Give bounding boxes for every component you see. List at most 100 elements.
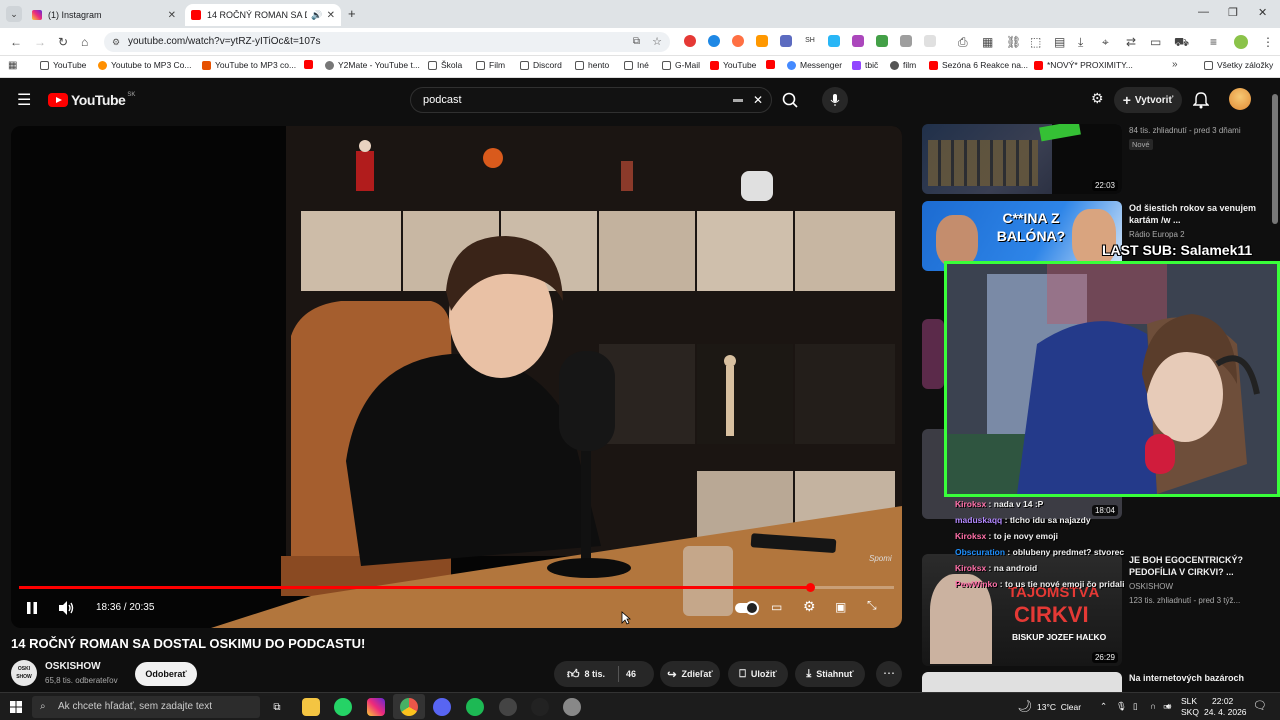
new-tab-button[interactable]: + [348,6,356,21]
app-icon[interactable] [563,698,581,716]
close-icon[interactable]: ✕ [168,10,176,21]
tab-youtube[interactable]: 14 ROČNÝ ROMAN SA DOS 🔊 ✕ [185,4,341,26]
apps-grid-icon[interactable]: ▦ [8,60,17,71]
extension-icon[interactable] [828,35,840,47]
puzzle-icon[interactable] [924,35,936,47]
notifications-icon[interactable]: 🗨︎ [1253,699,1267,712]
forward-icon[interactable]: → [34,35,46,49]
instagram-icon[interactable] [367,698,385,716]
card-icon[interactable]: ▭ [1150,35,1161,49]
clear-search-icon[interactable]: ✕ [753,88,763,112]
video-player[interactable]: Spomi 18:36 / 20:35 ▭ ⚙ ▣ ⤡ [11,126,902,628]
video-thumbnail[interactable]: 22:03 [922,124,1122,194]
location-icon[interactable]: ⌖ [1102,35,1109,50]
address-bar[interactable]: ⚙ youtube.com/watch?v=ytRZ-yITiOc&t=107s… [104,32,670,52]
spotify-icon[interactable] [466,698,484,716]
window-close-button[interactable]: ✕ [1258,6,1267,19]
extension-icon[interactable]: SH [804,35,816,47]
microphone-icon[interactable]: 🎙︎ [1116,701,1127,712]
whatsapp-icon[interactable] [334,698,352,716]
extension-icon[interactable] [876,35,888,47]
bookmark-item[interactable]: Youtube to MP3 Co... [98,60,192,70]
account-avatar[interactable] [1229,88,1251,110]
bookmark-item[interactable]: Y2Mate - YouTube t... [325,60,420,70]
usb-icon[interactable]: ▯ [1133,701,1138,712]
extension-icon[interactable] [780,35,792,47]
subscribe-button[interactable]: Odoberať [135,662,197,686]
print-icon[interactable]: ⎙ [958,35,968,50]
search-button[interactable] [770,87,810,113]
speaker-icon[interactable]: 🔊︎ [1166,701,1171,712]
channel-name[interactable]: Rádio Europa 2 [1129,230,1185,239]
reload-icon[interactable]: ↻ [58,35,68,49]
extension-icon[interactable] [708,35,720,47]
fullscreen-icon[interactable]: ⤡ [867,598,877,613]
video-thumbnail[interactable] [922,672,1122,692]
car-icon[interactable]: ⛟ [1174,35,1189,51]
bookmark-item[interactable]: G-Mail [662,60,700,70]
close-icon[interactable]: ✕ [327,10,335,21]
extension-icon[interactable] [756,35,768,47]
language-1[interactable]: SLK [1181,696,1197,706]
search-input[interactable]: podcast ▬ ✕ [410,87,772,113]
video-thumbnail[interactable] [922,319,944,389]
bookmark-item[interactable]: Iné [624,60,649,70]
channel-avatar[interactable]: OSKI SHOW [11,660,37,686]
download-icon[interactable]: ⤓ [1078,35,1083,50]
video-title[interactable]: Od šiestich rokov sa venujem kartám /w .… [1129,202,1261,226]
bookmark-item[interactable]: YouTube to MP3 co... [202,60,296,70]
file-explorer-icon[interactable] [302,698,320,716]
menu-lines-icon[interactable]: ≡ [1210,35,1217,49]
apps-icon[interactable]: ▦ [982,35,993,49]
notifications-bell-icon[interactable] [1193,91,1209,109]
share-button[interactable]: ↪ Zdieľať [660,661,720,687]
clock-time[interactable]: 22:02 [1212,696,1233,706]
site-info-icon[interactable]: ⚙ [112,32,120,52]
extension-icon[interactable] [900,35,912,47]
back-icon[interactable]: ← [10,35,22,49]
weather-text[interactable]: 13°C Clear [1037,702,1081,712]
home-icon[interactable]: ⌂ [81,35,88,49]
weather-moon-icon[interactable]: 🌙︎ [1017,699,1032,713]
like-button[interactable]: 👍︎ 8 tis. [554,661,618,687]
progress-bar[interactable] [19,583,894,592]
progress-scrubber[interactable] [805,583,815,592]
pause-icon[interactable] [25,601,39,615]
restore-button[interactable]: ❐ [1228,6,1238,19]
task-view-icon[interactable]: ⧉ [268,698,286,716]
extension-icon[interactable] [732,35,744,47]
settings-gear-icon[interactable]: ⚙ [803,598,816,615]
bookmark-item[interactable]: YouTube [710,60,756,70]
profile-avatar[interactable] [1234,35,1248,49]
youtube-logo[interactable]: YouTube SK [48,92,135,108]
miniplayer-icon[interactable]: ▣ [835,600,846,614]
download-button[interactable]: ⤓ Stiahnuť [795,661,865,687]
bookmark-item[interactable]: Film [476,60,505,70]
comments-count[interactable]: 46 [626,661,636,687]
minimize-button[interactable]: — [1198,6,1209,18]
extension-icon[interactable] [852,35,864,47]
bookmark-item[interactable] [766,60,779,69]
bookmark-item[interactable] [304,60,317,69]
save-button[interactable]: ⎕ Uložiť [728,661,788,687]
bookmark-item[interactable]: film [890,60,916,70]
speaker-icon[interactable]: 🔊 [311,10,322,21]
autoplay-toggle[interactable] [735,601,759,615]
bookmark-item[interactable]: Sezóna 6 Reakce na... [929,60,1028,70]
keyboard-icon[interactable]: ▬ [733,88,743,112]
taskbar-search[interactable]: ⌕ Ak chcete hľadať, sem zadajte text [32,696,260,718]
clock-date[interactable]: 24. 4. 2026 [1204,707,1247,717]
channel-name[interactable]: OSKISHOW [45,661,101,672]
translate-icon[interactable]: ⇄ [1126,35,1136,49]
video-title[interactable]: Na internetových bazároch [1129,672,1261,684]
bookmark-item[interactable]: Messenger [787,60,842,70]
hamburger-menu-icon[interactable]: ☰ [17,90,31,110]
recorder-icon[interactable] [499,698,517,716]
chevron-up-icon[interactable]: ⌃ [1100,701,1107,712]
bookmark-item[interactable]: tbič [852,60,878,70]
discord-icon[interactable] [433,698,451,716]
tab-instagram[interactable]: (1) Instagram ✕ [26,4,182,26]
bookmark-item[interactable]: Discord [520,60,562,70]
subtitles-icon[interactable]: ▭ [771,600,782,614]
bookmark-item[interactable]: Škola [428,60,462,70]
